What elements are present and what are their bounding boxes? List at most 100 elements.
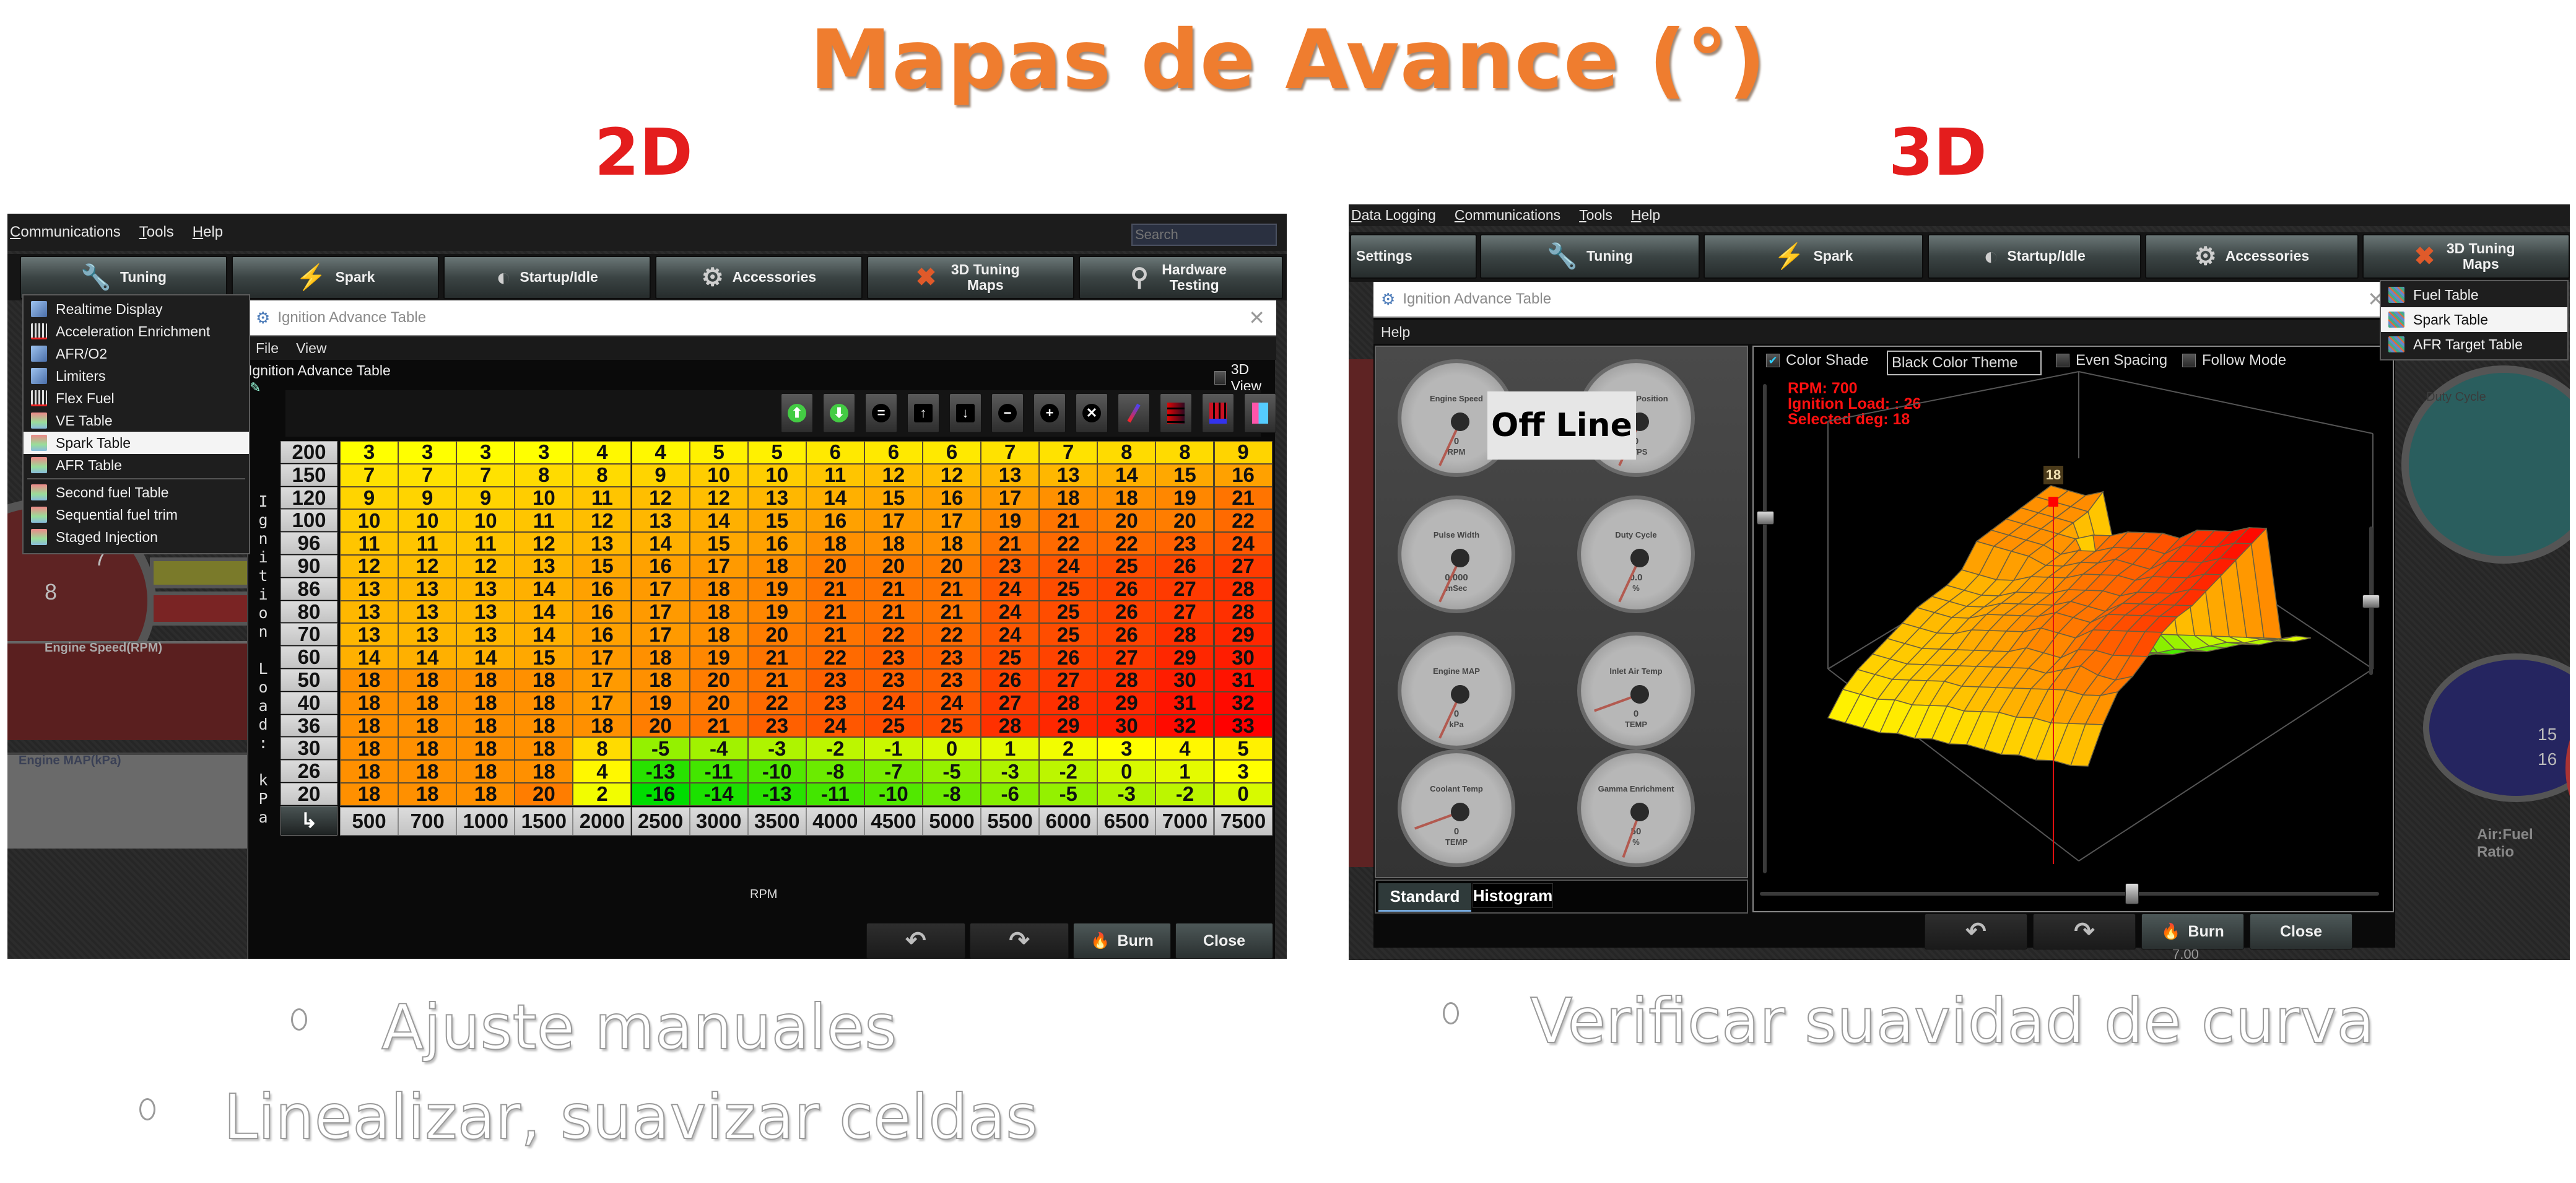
table-cell[interactable]: 24 [864,691,923,715]
table-cell[interactable]: 13 [340,623,399,647]
table-cell[interactable]: 12 [515,532,573,555]
table-cell[interactable]: 19 [981,509,1040,533]
table-cell[interactable]: 23 [981,554,1040,578]
table-cell[interactable]: 5 [747,440,806,464]
table-cell[interactable]: 9 [398,486,457,510]
decrease-button[interactable]: ⬇ [823,393,855,433]
menu-item-afr-o2[interactable]: AFR/O2 [24,343,249,365]
table-cell[interactable]: 10 [456,509,515,533]
table-cell[interactable]: 6 [806,440,864,464]
row-header[interactable]: 36 [281,714,337,737]
table-cell[interactable]: 12 [456,554,515,578]
table-cell[interactable]: 3 [340,440,399,464]
table-cell[interactable]: 26 [1097,623,1156,647]
set-equal-button[interactable]: = [865,393,897,433]
close-button[interactable]: Close [2250,914,2352,949]
rotation-slider-h-thumb[interactable] [2125,883,2139,904]
table-cell[interactable]: 25 [1039,623,1098,647]
table-cell[interactable]: 14 [1097,463,1156,487]
table-cell[interactable]: 18 [689,577,748,601]
table-cell[interactable]: 25 [981,646,1040,669]
nav-settings[interactable]: Settings [1350,234,1477,279]
table-cell[interactable]: 24 [806,714,864,738]
rotation-slider-v-thumb[interactable] [1757,511,1774,525]
selected-cell-marker[interactable] [2048,497,2058,507]
column-header[interactable]: 500 [340,806,399,836]
view-3d-checkbox[interactable] [1214,371,1226,385]
table-cell[interactable]: 13 [398,600,457,624]
menu-item-staged-injection[interactable]: Staged Injection [24,526,249,548]
table-cell[interactable]: 20 [747,623,806,647]
edit-note-icon[interactable]: ✎ [250,380,261,396]
column-header[interactable]: 2000 [573,806,632,836]
column-header[interactable]: 7500 [1214,806,1273,836]
table-cell[interactable]: 23 [806,691,864,715]
table-cell[interactable]: 13 [398,623,457,647]
table-cell[interactable]: 22 [747,691,806,715]
table-cell[interactable]: 26 [1155,554,1214,578]
table-cell[interactable]: 18 [573,714,632,738]
table-cell[interactable]: 19 [631,691,690,715]
table-cell[interactable]: 9 [631,463,690,487]
menu-item-second-fuel-table[interactable]: Second fuel Table [24,481,249,504]
table-cell[interactable]: 26 [1039,646,1098,669]
table-cell[interactable]: -7 [864,760,923,783]
menu-item-spark-table[interactable]: Spark Table [24,432,249,454]
nav-spark[interactable]: ⚡ Spark [1704,234,1923,279]
table-cell[interactable]: 6 [864,440,923,464]
menu-help[interactable]: Help [1631,207,1660,224]
table-cell[interactable]: 10 [515,486,573,510]
table-cell[interactable]: 15 [689,532,748,555]
table-cell[interactable]: 12 [864,463,923,487]
table-cell[interactable]: 18 [398,782,457,806]
table-cell[interactable]: 20 [806,554,864,578]
menu-communications[interactable]: Communications [1455,207,1560,224]
menu-item-afr-table[interactable]: AFR Table [24,454,249,476]
table-cell[interactable]: 17 [631,600,690,624]
table-cell[interactable]: 18 [340,760,399,783]
table-cell[interactable]: 25 [1039,577,1098,601]
table-cell[interactable]: 22 [923,623,981,647]
table-cell[interactable]: 23 [864,668,923,692]
table-cell[interactable]: 17 [573,668,632,692]
rotation-slider-v[interactable] [1763,384,1767,873]
table-cell[interactable]: 27 [1155,600,1214,624]
table-cell[interactable]: 0 [1097,760,1156,783]
column-header[interactable]: 3000 [689,806,748,836]
nav-startup-idle[interactable]: ◐ Startup/Idle [443,256,651,299]
table-cell[interactable]: -11 [806,782,864,806]
table-cell[interactable]: 14 [515,577,573,601]
table-cell[interactable]: 3 [515,440,573,464]
table-cell[interactable]: 25 [1039,600,1098,624]
table-cell[interactable]: 29 [1155,646,1214,669]
color-scale-button[interactable] [1244,393,1276,433]
table-cell[interactable]: 19 [1155,486,1214,510]
table-cell[interactable]: 16 [923,486,981,510]
column-header[interactable]: 3500 [747,806,806,836]
table-cell[interactable]: 8 [573,463,632,487]
table-cell[interactable]: 9 [456,486,515,510]
row-header[interactable]: 60 [281,645,337,668]
table-cell[interactable]: 18 [340,668,399,692]
table-cell[interactable]: 6 [923,440,981,464]
nav-tuning[interactable]: 🔧 Tuning [1480,234,1700,279]
menu-tools[interactable]: Tools [139,224,174,241]
table-cell[interactable]: 20 [515,782,573,806]
menu-tools[interactable]: Tools [1579,207,1612,224]
table-cell[interactable]: 15 [573,554,632,578]
nav-spark[interactable]: ⚡ Spark [232,256,439,299]
table-cell[interactable]: 23 [1155,532,1214,555]
table-cell[interactable]: 22 [1214,509,1273,533]
table-cell[interactable]: 27 [1097,646,1156,669]
menu-item-fuel-table[interactable]: Fuel Table [2381,282,2567,307]
table-cell[interactable]: -2 [1039,760,1098,783]
search-input[interactable] [1131,224,1277,246]
table-cell[interactable]: 21 [747,646,806,669]
table-cell[interactable]: 28 [981,714,1040,738]
table-cell[interactable]: 28 [1097,668,1156,692]
shift-down-button[interactable]: ↓ [949,393,981,433]
nav-tuning[interactable]: 🔧 Tuning [20,256,227,299]
table-cell[interactable]: 23 [923,646,981,669]
table-cell[interactable]: 1 [1155,760,1214,783]
table-cell[interactable]: 13 [747,486,806,510]
